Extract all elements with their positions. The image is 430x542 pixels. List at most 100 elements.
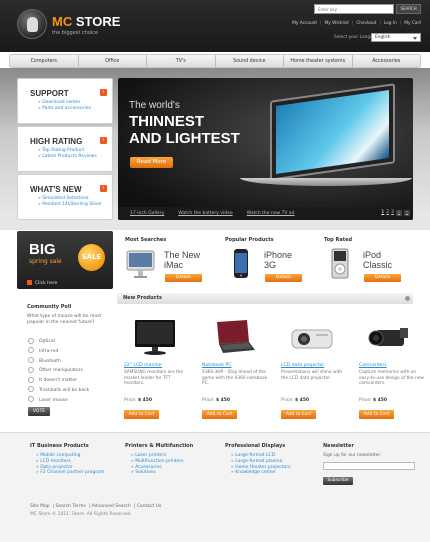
login-link[interactable]: Log In <box>384 21 397 26</box>
add-to-cart-button[interactable]: Add to Cart <box>124 410 159 419</box>
nav-sound-device[interactable]: Sound device <box>216 55 284 67</box>
hero-pager: 1 2 3 ‹ › <box>381 210 410 216</box>
checkout-link[interactable]: Checkout <box>356 21 376 26</box>
support-title: SUPPORT <box>30 89 69 98</box>
advanced-search-link[interactable]: Advanced Search <box>92 504 131 509</box>
my-account-link[interactable]: My Account <box>292 21 317 26</box>
footer-link[interactable]: Multifunction printers <box>131 459 193 465</box>
search-button[interactable]: SEARCH <box>396 4 421 14</box>
product-name[interactable]: Notebook PC <box>202 363 232 368</box>
arrow-icon[interactable] <box>405 296 410 301</box>
lcd-monitor-image <box>135 320 175 355</box>
product-desc: X360-3HP - Stay ahead of the game with t… <box>202 370 268 387</box>
add-to-cart-button[interactable]: Add to Cart <box>202 410 237 419</box>
ipod-image <box>331 248 349 279</box>
big-sale-banner[interactable]: BIG spring sale SALE Click here <box>17 231 113 289</box>
poll-option[interactable]: Optical <box>28 337 89 347</box>
imac-image <box>126 250 155 278</box>
tv-ad-link[interactable]: Watch the new TV ad <box>247 211 295 216</box>
product-name[interactable]: Camcorders <box>359 363 387 368</box>
read-more-button[interactable]: Read More <box>130 157 173 168</box>
most-searches-box: Most Searches The New iMac Details <box>120 234 216 288</box>
pager-2[interactable]: 2 <box>386 210 389 216</box>
tagline: the biggest choice <box>52 30 99 36</box>
poll-option[interactable]: It doesn't matter <box>28 376 89 386</box>
footer-link[interactable]: Knowledge center <box>231 470 290 476</box>
details-button[interactable]: Details <box>364 274 401 282</box>
logo-icon[interactable] <box>17 9 47 39</box>
product-price: Price: $ 450 <box>281 398 310 403</box>
product-desc: Presentations will shine with the LCD da… <box>281 370 343 381</box>
laptop-base <box>240 178 412 186</box>
category-product-name: The New iMac <box>164 250 201 270</box>
hero-banner: The world's THINNEST AND LIGHTEST Read Mo… <box>118 78 413 220</box>
new-products-bar: New Products <box>117 293 413 304</box>
camcorder-image <box>368 328 408 346</box>
details-button[interactable]: Details <box>165 274 202 282</box>
battery-video-link[interactable]: Watch the battery video <box>178 211 232 216</box>
poll-question: What type of mouse will be most popular … <box>27 314 102 325</box>
product-desc: SAMSUNG monitors are the market leader f… <box>124 370 184 387</box>
next-icon[interactable]: › <box>404 210 410 216</box>
poll-option[interactable]: Bluetooth <box>28 357 89 367</box>
sidebar-link[interactable]: Parts and accessories <box>38 106 91 112</box>
high-rating-title: HIGH RATING <box>30 137 83 146</box>
nav-office[interactable]: Office <box>79 55 147 67</box>
footer-link[interactable]: Solutions <box>131 470 193 476</box>
sidebar-link[interactable]: Pendant 14kSterling Silver <box>38 202 102 208</box>
footer-bottom: Site Map | Search Terms | Advanced Search |… <box>30 504 164 517</box>
product-card: LCD data projector Presentations will sh… <box>277 308 349 423</box>
whats-new-box: WHAT'S NEW › Simulated Setsstone Pendant… <box>17 174 113 220</box>
product-card: Notebook PC X360-3HP - Stay ahead of the… <box>198 308 270 423</box>
sidebar-link[interactable]: Latest Products Reviews <box>38 154 97 160</box>
new-products-heading: New Products <box>123 295 162 301</box>
arrow-right-icon[interactable]: › <box>100 89 107 96</box>
product-name[interactable]: 22" LCD monitor <box>124 363 162 368</box>
product-name[interactable]: LCD data projector <box>281 363 324 368</box>
poll-option[interactable]: Infra-red <box>28 347 89 357</box>
search-terms-link[interactable]: Search Terms <box>56 504 86 509</box>
arrow-right-icon[interactable]: › <box>100 185 107 192</box>
add-to-cart-button[interactable]: Add to Cart <box>281 410 316 419</box>
hero-strip: 17-inch Gallery Watch the battery video … <box>118 207 413 220</box>
site-map-link[interactable]: Site Map <box>30 504 50 509</box>
newsletter-email-input[interactable] <box>323 461 415 470</box>
popular-products-box: Popular Products iPhone 3G Details <box>220 234 316 288</box>
click-here-link[interactable]: Click here <box>27 280 57 286</box>
contact-us-link[interactable]: Contact Us <box>137 504 162 509</box>
page: { "header": { "logo_mc": "MC", "logo_sto… <box>0 0 430 542</box>
nav-accessories[interactable]: Accessories <box>353 55 421 67</box>
add-to-cart-button[interactable]: Add to Cart <box>359 410 394 419</box>
footer-link[interactable]: F2 Channel partner program <box>36 470 104 476</box>
nav-computers[interactable]: Computers <box>10 55 79 67</box>
product-desc: Capture memories with an easy-to-use des… <box>359 370 424 387</box>
projector-image <box>291 329 333 349</box>
footer-link[interactable]: Large-format plasma <box>231 459 290 465</box>
vote-button[interactable]: VOTE <box>28 407 50 416</box>
pager-1[interactable]: 1 <box>381 210 384 216</box>
hero-headline: THINNEST AND LIGHTEST <box>129 113 240 147</box>
subscribe-button[interactable]: Subscribe <box>323 476 353 485</box>
poll-option[interactable]: Other manipulators <box>28 366 89 376</box>
gallery-link[interactable]: 17-inch Gallery <box>130 211 164 216</box>
notebook-image <box>217 320 255 353</box>
arrow-right-icon[interactable]: › <box>100 137 107 144</box>
product-price: Price: $ 450 <box>124 398 153 403</box>
poll-option[interactable]: Trackballs will be back <box>28 386 89 396</box>
product-price: Price: $ 450 <box>359 398 388 403</box>
details-button[interactable]: Details <box>265 274 302 282</box>
poll-option[interactable]: Laser mouse <box>28 396 89 406</box>
category-heading: Top Rated <box>324 237 353 243</box>
logo-title[interactable]: MC STORE <box>52 14 120 29</box>
search-input[interactable]: Enter key <box>314 4 394 14</box>
footer: IT Business Products Mobile computing LC… <box>0 432 430 542</box>
top-rated-box: Top Rated iPod Classic Details <box>319 234 415 288</box>
my-cart-link[interactable]: My Cart <box>404 21 421 26</box>
language-select[interactable]: English <box>371 33 421 42</box>
nav-tvs[interactable]: TV's <box>147 55 216 67</box>
my-wishlist-link[interactable]: My Wishlist <box>325 21 349 26</box>
nav-home-theater[interactable]: Home theater systems <box>284 55 353 67</box>
prev-icon[interactable]: ‹ <box>396 210 402 216</box>
pager-3[interactable]: 3 <box>391 210 394 216</box>
high-rating-box: HIGH RATING › Top Rating Product Latest … <box>17 126 113 172</box>
